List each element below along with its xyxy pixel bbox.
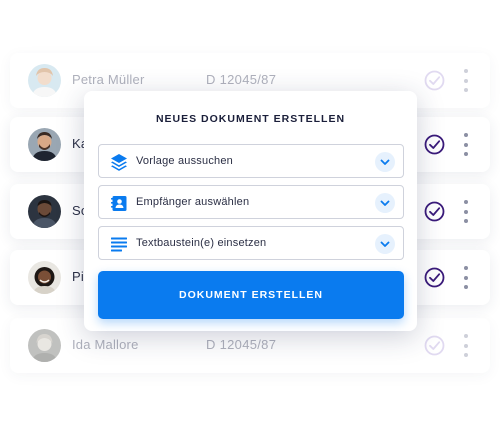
option-label: Empfänger auswählen [136,196,250,208]
check-circle-icon[interactable] [424,70,445,91]
check-circle-icon[interactable] [424,335,445,356]
option-label: Vorlage aussuchen [136,155,233,167]
avatar [28,195,61,228]
dialog-title: NEUES DOKUMENT ERSTELLEN [155,113,346,125]
option-label: Textbaustein(e) einsetzen [136,237,267,249]
row-name: Pi [72,269,84,284]
contact-card-icon [111,196,127,211]
avatar [28,329,61,362]
insert-text-blocks-dropdown[interactable]: Textbaustein(e) einsetzen [98,226,404,260]
select-recipient-dropdown[interactable]: Empfänger auswählen [98,185,404,219]
avatar [28,64,61,97]
chevron-down-icon[interactable] [375,152,395,172]
create-document-dialog: NEUES DOKUMENT ERSTELLEN Vorlage aussuch… [84,91,417,331]
avatar [28,261,61,294]
text-lines-icon [111,237,127,252]
more-options-icon[interactable] [462,69,470,92]
row-name: Ida Mallore [72,337,139,352]
row-name: Petra Müller [72,72,145,87]
check-circle-icon[interactable] [424,134,445,155]
more-options-icon[interactable] [462,334,470,357]
more-options-icon[interactable] [462,133,470,156]
select-template-dropdown[interactable]: Vorlage aussuchen [98,144,404,178]
check-circle-icon[interactable] [424,201,445,222]
create-document-button[interactable]: DOKUMENT ERSTELLEN [98,271,404,319]
row-document-number: D 12045/87 [206,72,277,87]
more-options-icon[interactable] [462,266,470,289]
chevron-down-icon[interactable] [375,234,395,254]
avatar [28,128,61,161]
row-document-number: D 12045/87 [206,337,277,352]
layers-icon [111,154,127,171]
chevron-down-icon[interactable] [375,193,395,213]
check-circle-icon[interactable] [424,267,445,288]
more-options-icon[interactable] [462,200,470,223]
